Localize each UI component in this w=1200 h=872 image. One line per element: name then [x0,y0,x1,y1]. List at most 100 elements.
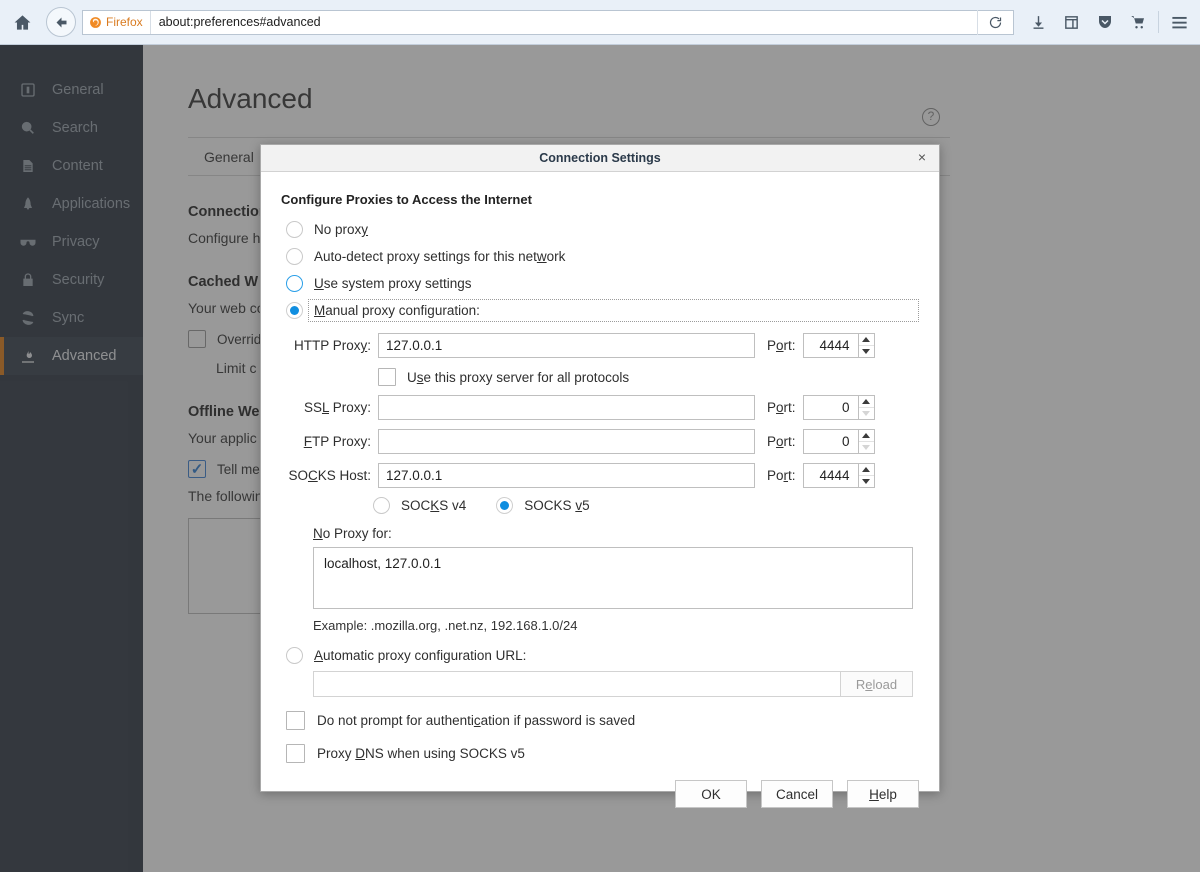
resize-grip-icon[interactable] [923,810,935,822]
home-icon[interactable] [0,0,44,45]
proxy-dns-checkbox[interactable] [286,744,305,763]
ftp-port-label: Port: [767,434,796,449]
radio-system-proxy[interactable]: Use system proxy settings [281,270,917,297]
help-button[interactable]: Help [847,780,919,808]
radio-manual-proxy[interactable]: Manual proxy configuration: [281,297,917,324]
ftp-port-input[interactable]: 0 [803,429,858,454]
auto-detect-label: Auto-detect proxy settings for this netw… [314,249,565,264]
spin-up-icon[interactable] [859,334,874,346]
radio-auto-detect[interactable]: Auto-detect proxy settings for this netw… [281,243,917,270]
radio-pac-url[interactable]: Automatic proxy configuration URL: [281,647,917,664]
cancel-button[interactable]: Cancel [761,780,833,808]
url-text: about:preferences#advanced [151,15,321,29]
socks-v4-radio[interactable] [373,497,390,514]
socks-v5-label: SOCKS v5 [524,498,589,513]
proxy-dns-label: Proxy DNS when using SOCKS v5 [317,746,525,761]
no-proxy-for-label: No Proxy for: [313,526,917,541]
close-icon[interactable]: × [913,148,931,166]
toolbar-icons [1022,0,1200,45]
spin-down-icon[interactable] [859,346,874,357]
pocket-icon[interactable] [1088,0,1121,45]
manual-proxy-focus-ring: Manual proxy configuration: [310,301,917,320]
ssl-port-stepper[interactable]: 0 [803,395,875,420]
socks-v5-radio[interactable] [496,497,513,514]
dialog-body: Configure Proxies to Access the Internet… [261,172,939,763]
socks-v4-label: SOCKS v4 [401,498,466,513]
socks-host-input[interactable]: 127.0.0.1 [378,463,755,488]
back-arrow-icon[interactable] [46,7,76,37]
connection-settings-dialog: Connection Settings × Configure Proxies … [260,144,940,792]
pac-url-radio[interactable] [286,647,303,664]
socks-port-input[interactable]: 4444 [803,463,858,488]
socks-port-label: Port: [767,468,796,483]
all-protocols-row[interactable]: Use this proxy server for all protocols [378,368,917,386]
ssl-proxy-row: SSL Proxy: Port: 0 [281,395,917,420]
http-port-stepper[interactable]: 4444 [803,333,875,358]
firefox-logo-icon [89,16,102,29]
socks-port-spinner[interactable] [858,463,875,488]
socks-port-stepper[interactable]: 4444 [803,463,875,488]
socks-version-group: SOCKS v4 SOCKS v5 [373,497,917,514]
dialog-titlebar: Connection Settings × [261,145,939,172]
hamburger-menu-icon[interactable] [1163,0,1196,45]
radio-no-proxy[interactable]: No proxy [281,216,917,243]
spin-down-icon [859,408,874,419]
spin-down-icon [859,442,874,453]
ssl-port-label: Port: [767,400,796,415]
ftp-port-stepper[interactable]: 0 [803,429,875,454]
http-port-spinner[interactable] [858,333,875,358]
reload-button[interactable]: Reload [841,671,913,697]
identity-label: Firefox [106,15,143,29]
manual-proxy-radio[interactable] [286,302,303,319]
pac-url-label: Automatic proxy configuration URL: [314,648,526,663]
http-proxy-label: HTTP Proxy: [281,338,371,353]
cart-icon[interactable] [1121,0,1154,45]
http-proxy-input[interactable]: 127.0.0.1 [378,333,755,358]
ftp-proxy-input[interactable] [378,429,755,454]
download-icon[interactable] [1022,0,1055,45]
identity-box[interactable]: Firefox [83,11,151,34]
toolbar-divider [1158,11,1159,33]
spin-down-icon[interactable] [859,476,874,487]
no-prompt-row[interactable]: Do not prompt for authentication if pass… [286,711,917,730]
auto-detect-radio[interactable] [286,248,303,265]
http-proxy-row: HTTP Proxy: 127.0.0.1 Port: 4444 [281,333,917,358]
proxy-dns-row[interactable]: Proxy DNS when using SOCKS v5 [286,744,917,763]
reload-icon[interactable] [977,10,1013,35]
ftp-port-spinner[interactable] [858,429,875,454]
no-prompt-checkbox[interactable] [286,711,305,730]
no-proxy-label: No proxy [314,222,368,237]
http-port-input[interactable]: 4444 [803,333,858,358]
url-bar[interactable]: Firefox about:preferences#advanced [82,10,1014,35]
ftp-proxy-row: FTP Proxy: Port: 0 [281,429,917,454]
proxy-group-title: Configure Proxies to Access the Internet [281,192,917,207]
browser-toolbar: Firefox about:preferences#advanced [0,0,1200,45]
no-prompt-label: Do not prompt for authentication if pass… [317,713,635,728]
ssl-port-spinner[interactable] [858,395,875,420]
ok-button[interactable]: OK [675,780,747,808]
ssl-proxy-input[interactable] [378,395,755,420]
spin-up-icon[interactable] [859,430,874,442]
dialog-footer: OK Cancel Help [261,763,939,825]
all-protocols-label: Use this proxy server for all protocols [407,370,629,385]
pac-url-input[interactable] [313,671,841,697]
ssl-proxy-label: SSL Proxy: [281,400,371,415]
ssl-port-input[interactable]: 0 [803,395,858,420]
no-proxy-radio[interactable] [286,221,303,238]
all-protocols-checkbox[interactable] [378,368,396,386]
http-port-label: Port: [767,338,796,353]
spin-up-icon[interactable] [859,464,874,476]
manual-proxy-label: Manual proxy configuration: [314,303,480,318]
socks-host-label: SOCKS Host: [281,468,371,483]
browser-window: Firefox about:preferences#advanced [0,0,1200,872]
system-proxy-label: Use system proxy settings [314,276,472,291]
reader-view-icon[interactable] [1055,0,1088,45]
dialog-title: Connection Settings [539,151,661,165]
system-proxy-radio[interactable] [286,275,303,292]
no-proxy-for-textarea[interactable]: localhost, 127.0.0.1 [313,547,913,609]
spin-up-icon[interactable] [859,396,874,408]
pac-input-row: Reload [313,671,917,697]
socks-host-row: SOCKS Host: 127.0.0.1 Port: 4444 [281,463,917,488]
ftp-proxy-label: FTP Proxy: [281,434,371,449]
no-proxy-example: Example: .mozilla.org, .net.nz, 192.168.… [313,618,917,633]
